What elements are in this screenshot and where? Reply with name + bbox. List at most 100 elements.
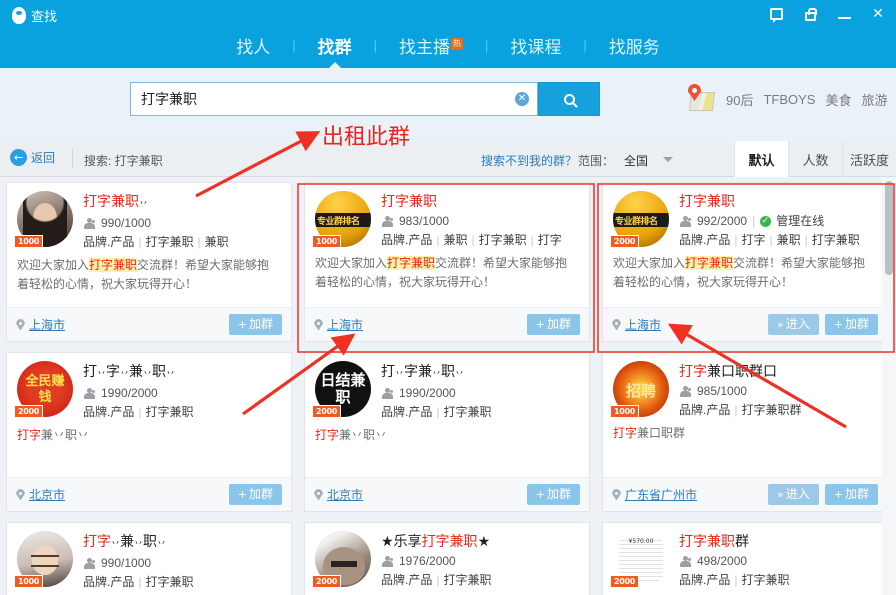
- group-tag[interactable]: 品牌.产品: [83, 575, 134, 589]
- group-tag[interactable]: 打字兼职: [145, 235, 193, 249]
- group-tag[interactable]: 打字兼职: [812, 233, 860, 247]
- minimize-button[interactable]: [834, 4, 854, 24]
- group-title[interactable]: 打字兼口职群口: [679, 362, 877, 380]
- group-card[interactable]: 2000 ★乐享打字兼职★ 1976/2000 品牌.产品 | 打字兼职: [304, 522, 590, 595]
- location-label[interactable]: 上海市: [29, 316, 65, 333]
- group-tag[interactable]: 品牌.产品: [679, 403, 730, 417]
- group-card-2[interactable]: 1000打字兼职983/1000品牌.产品|兼职|打字兼职|打字欢迎大家加入打字…: [298, 177, 596, 347]
- group-title[interactable]: 打字兼职群: [679, 532, 877, 550]
- group-card[interactable]: 1000打字兼职983/1000品牌.产品|兼职|打字兼职|打字欢迎大家加入打字…: [304, 182, 590, 342]
- location-pin-icon: [612, 488, 621, 501]
- group-tag[interactable]: 打字兼职: [443, 405, 491, 419]
- hotword-3[interactable]: 美食: [825, 90, 851, 109]
- card-info: 打字兼职群 498/2000 品牌.产品 | 打字兼职: [679, 531, 877, 588]
- join-group-button[interactable]: + 加群: [228, 314, 282, 335]
- group-title[interactable]: 打字兼职: [381, 192, 579, 210]
- group-title[interactable]: ★乐享打字兼职★: [381, 532, 579, 550]
- scrollbar-thumb[interactable]: [885, 181, 893, 275]
- search-box[interactable]: ✕: [130, 82, 538, 116]
- group-title[interactable]: 打字丷兼丷职丷: [83, 532, 281, 552]
- nav-item-find-group[interactable]: 找群: [296, 33, 374, 70]
- group-tag[interactable]: 品牌.产品: [381, 405, 432, 419]
- desc-post: 兼口职群: [637, 426, 686, 440]
- group-location[interactable]: 北京市: [16, 486, 65, 503]
- group-tag[interactable]: 兼职: [205, 235, 229, 249]
- search-input[interactable]: [131, 91, 515, 107]
- group-tag[interactable]: 打字: [741, 233, 765, 247]
- search-button[interactable]: [538, 82, 600, 116]
- close-button[interactable]: ✕: [868, 4, 888, 24]
- group-card-3[interactable]: 2000打字兼职992/2000|管理在线品牌.产品|打字|兼职|打字兼职欢迎大…: [596, 177, 894, 347]
- group-tag[interactable]: 打字兼职: [479, 233, 527, 247]
- group-tag[interactable]: 打字兼职: [443, 573, 491, 587]
- cannot-find-group-link[interactable]: 搜索不到我的群？: [481, 152, 577, 169]
- group-location[interactable]: 上海市: [16, 316, 65, 333]
- tab-member-count[interactable]: 人数: [788, 141, 842, 177]
- group-card-1[interactable]: 1000 打字兼职丷 990/1000 品牌.产品 | 打字兼职 | 兼职 欢迎大家加入打字兼职…: [0, 177, 298, 347]
- group-title[interactable]: 打字兼职丷: [83, 192, 281, 212]
- group-card-9[interactable]: 2000打字兼职群498/2000品牌.产品|打字兼职: [596, 517, 894, 595]
- group-tag[interactable]: 品牌.产品: [381, 573, 432, 587]
- group-title[interactable]: 打字兼职: [679, 192, 877, 210]
- join-group-button[interactable]: + 加群: [526, 484, 580, 505]
- back-button[interactable]: ← 返回: [10, 149, 55, 166]
- group-card-6[interactable]: 1000打字兼口职群口985/1000品牌.产品|打字兼职群打字兼口职群广东省广…: [596, 347, 894, 517]
- location-label[interactable]: 上海市: [625, 316, 661, 333]
- group-title[interactable]: 打丷字丷兼丷职丷: [83, 362, 281, 382]
- group-location[interactable]: 广东省广州市: [612, 486, 697, 503]
- join-group-button[interactable]: + 加群: [824, 484, 878, 505]
- group-tag[interactable]: 打字兼职: [145, 575, 193, 589]
- nav-item-find-service[interactable]: 找服务: [587, 33, 682, 58]
- nav-item-find-people[interactable]: 找人: [214, 33, 292, 58]
- hotword-2[interactable]: TFBOYS: [763, 92, 815, 107]
- hotword-4[interactable]: 旅游: [862, 90, 888, 109]
- group-title[interactable]: 打丷字兼丷职丷: [381, 362, 579, 382]
- tab-default[interactable]: 默认: [734, 141, 788, 177]
- group-tag[interactable]: 品牌.产品: [381, 233, 432, 247]
- group-card[interactable]: 1000打字兼口职群口985/1000品牌.产品|打字兼职群打字兼口职群广东省广…: [602, 352, 888, 512]
- tab-activity[interactable]: 活跃度: [842, 141, 896, 177]
- location-label[interactable]: 广东省广州市: [625, 486, 697, 503]
- enter-group-button[interactable]: » 进入: [768, 314, 819, 335]
- vertical-scrollbar[interactable]: [882, 177, 896, 595]
- hotword-1[interactable]: 90后: [726, 90, 753, 109]
- join-group-button[interactable]: + 加群: [228, 484, 282, 505]
- lock-button[interactable]: [800, 4, 820, 24]
- location-label[interactable]: 上海市: [327, 316, 363, 333]
- nav-item-find-anchor[interactable]: 找主播热: [377, 33, 485, 58]
- group-card[interactable]: 2000打字兼职群498/2000品牌.产品|打字兼职: [602, 522, 888, 595]
- group-tag[interactable]: 打字兼职: [145, 405, 193, 419]
- location-label[interactable]: 北京市: [29, 486, 65, 503]
- group-card[interactable]: 1000 打字丷兼丷职丷 990/1000 品牌.产品 | 打字兼职: [6, 522, 292, 595]
- feedback-button[interactable]: [766, 4, 786, 24]
- group-card-8[interactable]: 2000 ★乐享打字兼职★ 1976/2000 品牌.产品 | 打字兼职: [298, 517, 596, 595]
- group-card[interactable]: 2000打丷字丷兼丷职丷1990/2000品牌.产品|打字兼职打字兼丷职丷北京市…: [6, 352, 292, 512]
- group-tag[interactable]: 打字兼职群: [741, 403, 801, 417]
- group-card-5[interactable]: 2000打丷字兼丷职丷1990/2000品牌.产品|打字兼职打字兼丷职丷北京市+…: [298, 347, 596, 517]
- group-location[interactable]: 北京市: [314, 486, 363, 503]
- nav-item-find-course[interactable]: 找课程: [488, 33, 583, 58]
- button-label: 加群: [248, 317, 273, 331]
- group-tag[interactable]: 品牌.产品: [83, 235, 134, 249]
- group-tag[interactable]: 兼职: [777, 233, 801, 247]
- group-tag[interactable]: 品牌.产品: [83, 405, 134, 419]
- group-tag[interactable]: 兼职: [443, 233, 467, 247]
- group-tag[interactable]: 打字: [538, 233, 562, 247]
- group-location[interactable]: 上海市: [612, 316, 661, 333]
- group-tag[interactable]: 打字兼职: [741, 573, 789, 587]
- join-group-button[interactable]: + 加群: [824, 314, 878, 335]
- group-card-7[interactable]: 1000 打字丷兼丷职丷 990/1000 品牌.产品 | 打字兼职: [0, 517, 298, 595]
- clear-icon[interactable]: ✕: [515, 92, 529, 106]
- group-tag[interactable]: 品牌.产品: [679, 233, 730, 247]
- chevron-down-icon[interactable]: [663, 157, 673, 162]
- join-group-button[interactable]: + 加群: [526, 314, 580, 335]
- group-card[interactable]: 2000打丷字兼丷职丷1990/2000品牌.产品|打字兼职打字兼丷职丷北京市+…: [304, 352, 590, 512]
- location-label[interactable]: 北京市: [327, 486, 363, 503]
- group-card[interactable]: 2000打字兼职992/2000|管理在线品牌.产品|打字|兼职|打字兼职欢迎大…: [602, 182, 888, 342]
- group-card-4[interactable]: 2000打丷字丷兼丷职丷1990/2000品牌.产品|打字兼职打字兼丷职丷北京市…: [0, 347, 298, 517]
- group-location[interactable]: 上海市: [314, 316, 363, 333]
- group-tag[interactable]: 品牌.产品: [679, 573, 730, 587]
- enter-group-button[interactable]: » 进入: [768, 484, 819, 505]
- group-card[interactable]: 1000 打字兼职丷 990/1000 品牌.产品 | 打字兼职 | 兼职 欢迎大家加入打字兼职…: [6, 182, 292, 342]
- scope-value[interactable]: 全国: [624, 152, 648, 169]
